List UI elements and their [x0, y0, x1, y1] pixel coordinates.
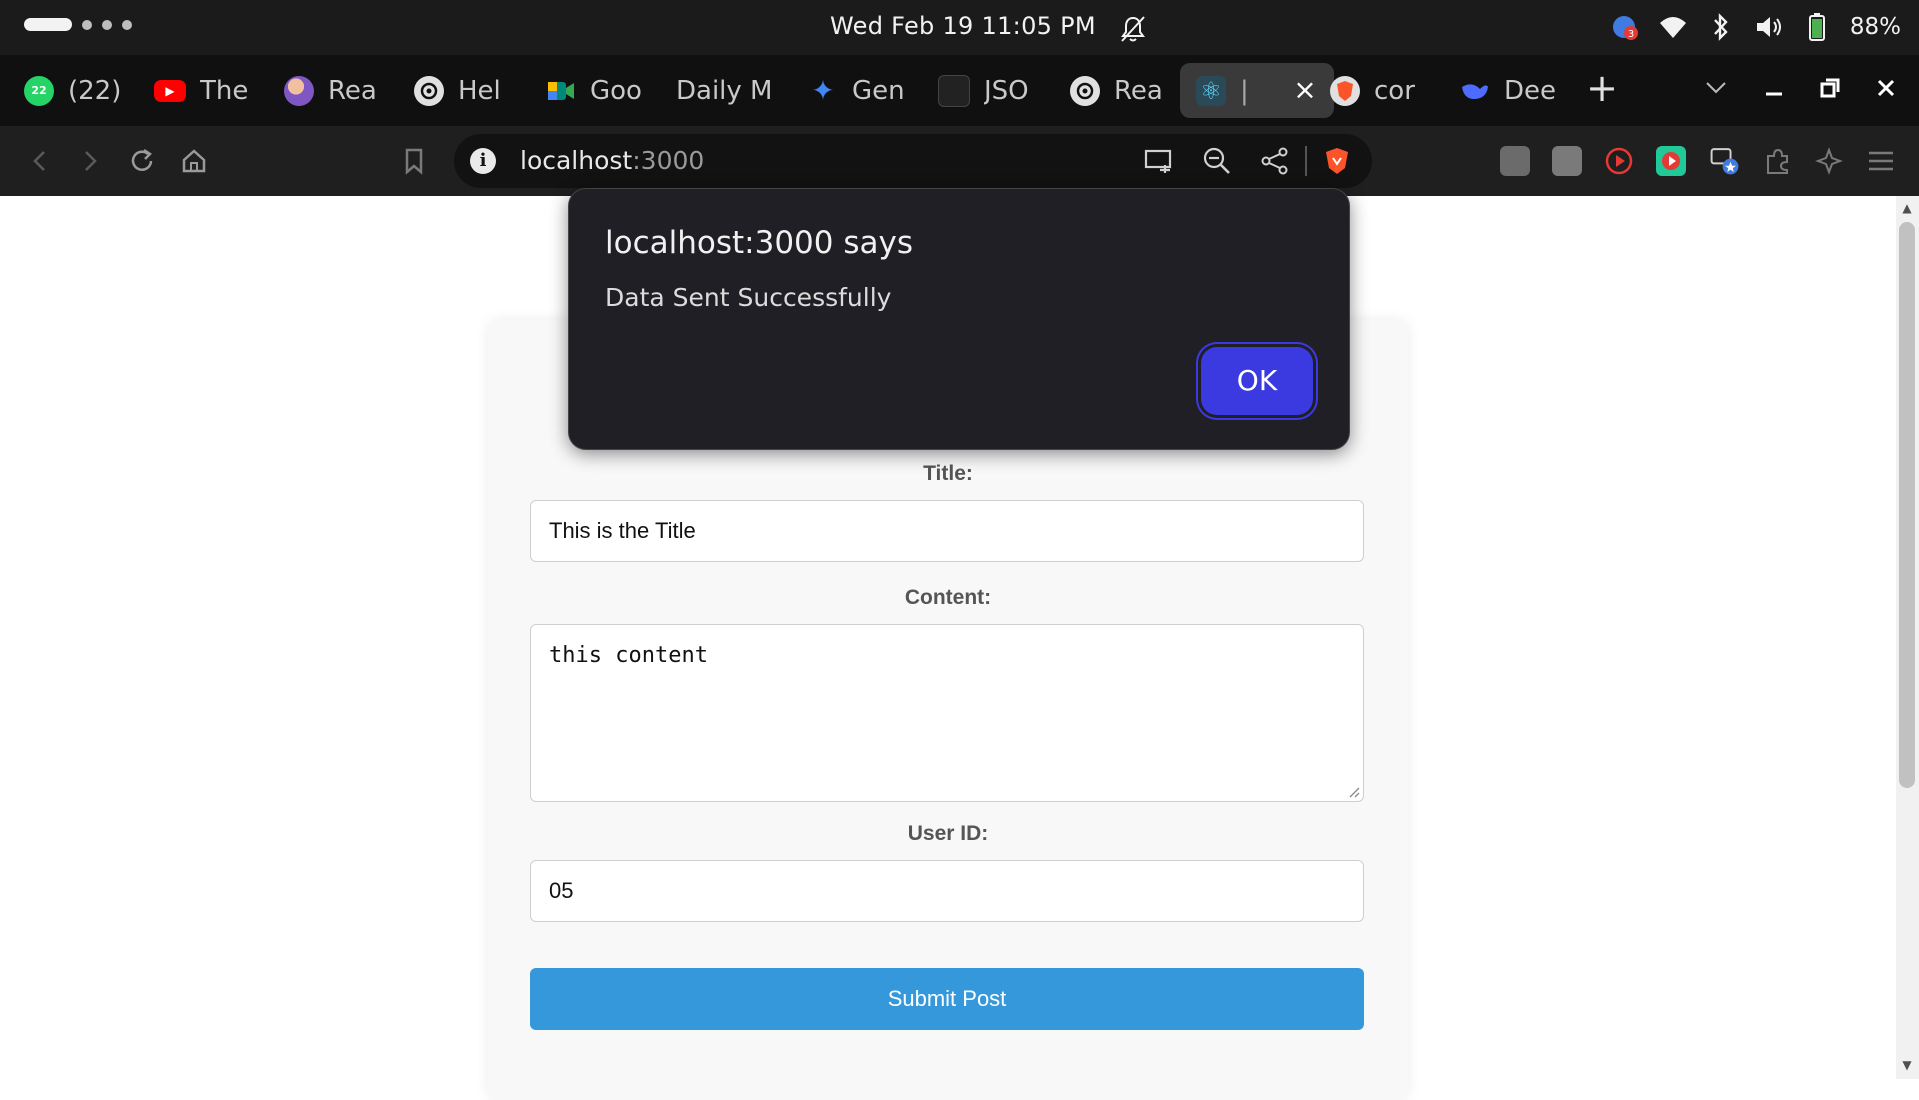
tab-label: Gen [852, 75, 905, 106]
tray-app-icon[interactable]: 3 [1610, 12, 1640, 42]
address-bar[interactable]: i localhost:3000 [454, 134, 1372, 188]
avatar-icon [284, 75, 314, 106]
workspace-dot[interactable] [122, 19, 132, 30]
dialog-message: Data Sent Successfully [605, 283, 892, 312]
gemini-icon: ✦ [811, 74, 835, 107]
scrollbar-thumb[interactable] [1899, 222, 1915, 788]
system-tray[interactable]: 3 88% [1610, 10, 1901, 44]
tab-react-active[interactable]: ⚛ | × [1180, 63, 1334, 118]
tab-search-chevron-icon[interactable] [1694, 66, 1738, 110]
user-id-input[interactable]: 05 [530, 860, 1364, 922]
tab-avatar[interactable]: Rea [268, 63, 386, 118]
battery-icon[interactable] [1802, 12, 1832, 42]
os-top-bar: Wed Feb 19 11:05 PM 3 88% [0, 0, 1919, 55]
tab-label: Dee [1504, 75, 1557, 106]
tab-label: cor [1374, 75, 1415, 106]
tab-chatgpt-2[interactable]: Rea [1054, 63, 1172, 118]
google-meet-icon [546, 76, 576, 106]
bookmark-icon[interactable] [396, 143, 432, 179]
notifications-muted-icon[interactable] [1118, 14, 1148, 44]
tab-daily[interactable]: Daily M [660, 63, 778, 118]
content-label: Content: [904, 586, 992, 609]
json-icon [938, 74, 970, 107]
zoom-out-icon[interactable] [1202, 146, 1232, 176]
forward-arrow-icon[interactable] [72, 143, 108, 179]
workspace-indicator[interactable] [24, 18, 132, 31]
minimize-button[interactable] [1752, 66, 1796, 110]
tab-label: The [200, 75, 249, 106]
tab-label: Daily M [676, 75, 773, 106]
workspace-dot[interactable] [82, 19, 92, 30]
url-text[interactable]: localhost:3000 [520, 146, 704, 175]
react-icon: ⚛ [1196, 75, 1226, 106]
tab-label: JSO [984, 75, 1029, 106]
clock[interactable]: Wed Feb 19 11:05 PM [830, 12, 1096, 40]
brave-icon [1330, 75, 1360, 106]
site-info-icon[interactable]: i [470, 148, 496, 174]
ok-button[interactable]: OK [1201, 347, 1313, 415]
tab-json[interactable]: JSO [922, 63, 1040, 118]
content-text: this content [549, 643, 708, 668]
whatsapp-icon: 22 [24, 75, 54, 106]
chatgpt-icon [414, 75, 444, 106]
scroll-down-arrow-icon[interactable]: ▼ [1900, 1058, 1914, 1072]
leo-ai-icon[interactable] [1814, 146, 1844, 176]
tab-deepseek[interactable]: Dee [1444, 63, 1562, 118]
bluetooth-icon[interactable] [1706, 12, 1736, 42]
browser-toolbar: i localhost:3000 [0, 126, 1919, 196]
new-tab-button[interactable]: + [1580, 66, 1624, 110]
tab-brave[interactable]: cor [1314, 63, 1432, 118]
share-icon[interactable] [1260, 146, 1290, 176]
battery-percent[interactable]: 88% [1850, 14, 1901, 40]
chatgpt-icon [1070, 75, 1100, 106]
browser-tab-strip: 22 (22) ▶ The Rea Hel Goo Daily M ✦ Gen [0, 55, 1919, 126]
tab-youtube[interactable]: ▶ The [138, 63, 256, 118]
wifi-icon[interactable] [1658, 12, 1688, 42]
alert-dialog: localhost:3000 says Data Sent Successful… [568, 188, 1350, 450]
title-label: Title: [923, 462, 973, 485]
restore-button[interactable] [1808, 66, 1852, 110]
tab-label: Goo [590, 75, 642, 106]
tab-manager-extension-icon[interactable] [1710, 146, 1740, 176]
back-arrow-icon[interactable] [22, 143, 58, 179]
menu-hamburger-icon[interactable] [1866, 146, 1896, 176]
tab-label: Rea [328, 75, 377, 106]
content-textarea[interactable]: this content [530, 624, 1364, 802]
tab-google-meet[interactable]: Goo [530, 63, 648, 118]
brave-shields-icon[interactable] [1322, 146, 1352, 176]
active-workspace[interactable] [24, 18, 72, 31]
svg-text:3: 3 [1628, 29, 1634, 40]
cast-icon[interactable] [1144, 146, 1174, 176]
record-extension-icon[interactable] [1604, 146, 1634, 176]
volume-icon[interactable] [1754, 12, 1784, 42]
omnibox-divider [1305, 146, 1307, 176]
deepseek-icon [1460, 76, 1490, 106]
user-id-label: User ID: [907, 822, 989, 845]
tab-label: Hel [458, 75, 501, 106]
extension-icon[interactable] [1552, 146, 1582, 176]
youtube-extension-icon[interactable] [1656, 146, 1686, 176]
tab-whatsapp[interactable]: 22 (22) [8, 63, 124, 118]
scroll-up-arrow-icon[interactable]: ▲ [1900, 201, 1914, 215]
extension-icon[interactable] [1500, 146, 1530, 176]
extensions-puzzle-icon[interactable] [1762, 146, 1792, 176]
tab-gemini[interactable]: ✦ Gen [792, 63, 910, 118]
reload-icon[interactable] [124, 143, 160, 179]
workspace-dot[interactable] [102, 19, 112, 30]
tab-label: | [1240, 75, 1249, 106]
youtube-icon: ▶ [154, 79, 186, 102]
tab-label: Rea [1114, 75, 1163, 106]
title-input[interactable]: This is the Title [530, 500, 1364, 562]
resize-grip-icon[interactable] [1348, 786, 1360, 798]
tab-chatgpt[interactable]: Hel [398, 63, 516, 118]
tab-label: (22) [68, 75, 122, 106]
close-window-button[interactable] [1864, 66, 1908, 110]
submit-post-button[interactable]: Submit Post [530, 968, 1364, 1030]
home-icon[interactable] [176, 143, 212, 179]
dialog-title: localhost:3000 says [605, 225, 913, 261]
